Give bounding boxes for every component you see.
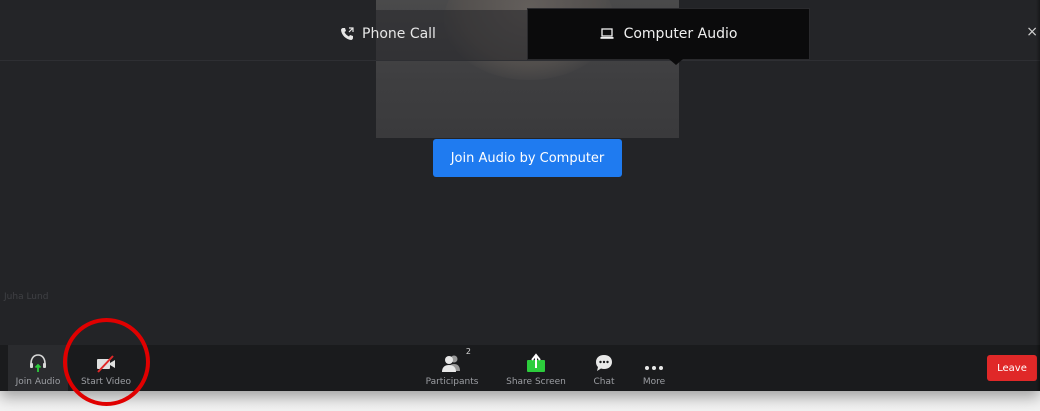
screenshot-frame: Phone Call Computer Audio × Join Audio b… bbox=[0, 0, 1040, 411]
participants-button[interactable]: 2 Participants bbox=[420, 345, 484, 391]
start-video-button[interactable]: Start Video bbox=[76, 345, 136, 391]
chat-button[interactable]: Chat bbox=[583, 345, 625, 391]
video-off-icon bbox=[97, 355, 115, 373]
audio-options-bar bbox=[0, 10, 1040, 61]
chat-icon bbox=[596, 355, 612, 371]
meeting-window: Phone Call Computer Audio × Join Audio b… bbox=[0, 0, 1040, 391]
participants-count: 2 bbox=[465, 347, 471, 356]
join-audio-label: Join Audio bbox=[15, 377, 61, 387]
phone-icon bbox=[341, 27, 354, 40]
share-screen-icon bbox=[527, 353, 545, 372]
tab-phone-call-label: Phone Call bbox=[362, 26, 436, 42]
window-edge-shadow bbox=[1036, 0, 1040, 391]
join-audio-by-computer-button[interactable]: Join Audio by Computer bbox=[433, 139, 622, 177]
more-label: More bbox=[642, 377, 666, 387]
chat-label: Chat bbox=[593, 377, 615, 387]
participant-name: Juha Lund bbox=[4, 292, 49, 302]
participants-icon bbox=[442, 355, 460, 372]
headphones-icon bbox=[30, 354, 46, 372]
tab-computer-audio[interactable]: Computer Audio bbox=[527, 8, 810, 60]
leave-button[interactable]: Leave bbox=[987, 355, 1037, 381]
laptop-icon bbox=[600, 28, 614, 39]
start-video-label: Start Video bbox=[80, 377, 132, 387]
participants-label: Participants bbox=[425, 377, 479, 387]
tab-phone-call[interactable]: Phone Call bbox=[340, 22, 436, 46]
tab-computer-audio-label: Computer Audio bbox=[623, 26, 738, 42]
active-tab-pointer bbox=[669, 59, 683, 65]
share-screen-button[interactable]: Share Screen bbox=[503, 345, 569, 391]
more-icon bbox=[645, 366, 663, 370]
more-button[interactable]: More bbox=[633, 345, 675, 391]
join-audio-button[interactable]: Join Audio bbox=[8, 345, 68, 391]
meeting-toolbar: Join Audio Start Video 2 Participants Sh… bbox=[0, 345, 1040, 391]
share-screen-label: Share Screen bbox=[506, 377, 566, 387]
